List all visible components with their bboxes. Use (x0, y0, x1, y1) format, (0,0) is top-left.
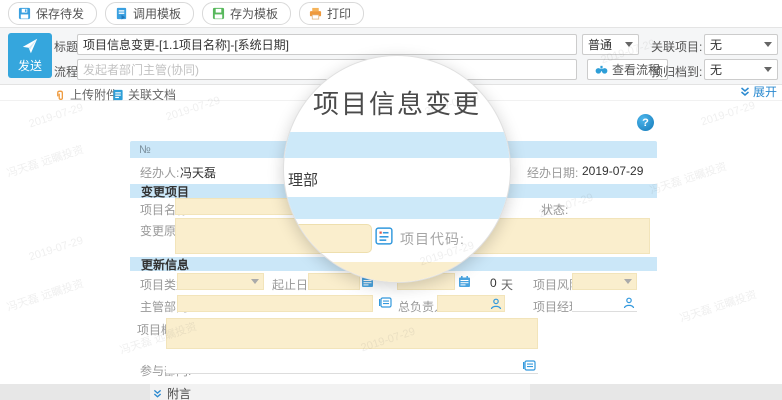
archive-label: 预归档到: (651, 65, 703, 79)
manager-input[interactable] (572, 295, 637, 312)
magnified-beige-band (329, 262, 464, 282)
watermark: 2019-07-29 (27, 101, 85, 131)
document-icon (113, 89, 123, 100)
related-project-value: 无 (710, 38, 723, 52)
double-chevron-down-icon (153, 389, 162, 398)
status-label: 状态: (541, 203, 569, 217)
send-button[interactable]: 发送 (8, 33, 52, 78)
template-doc-icon (116, 7, 127, 20)
save-as-template-label: 存为模板 (230, 7, 279, 21)
project-risk-select[interactable] (572, 273, 637, 290)
project-code-icon (375, 227, 393, 245)
magnified-code-label: 项目代码: (400, 231, 465, 247)
caret-down-icon (251, 279, 259, 288)
print-label: 打印 (327, 7, 352, 21)
help-icon[interactable]: ? (637, 114, 654, 131)
call-template-label: 调用模板 (133, 7, 182, 21)
days-value: 0 (490, 276, 497, 290)
department-picker-icon[interactable] (522, 359, 536, 372)
handler-value: 冯天磊 (180, 166, 217, 180)
related-project-label: 关联项目: (651, 40, 703, 54)
magnified-beige-field (294, 224, 372, 253)
participate-input[interactable] (166, 357, 538, 374)
title-input[interactable] (77, 34, 577, 55)
caret-down-icon (764, 67, 772, 76)
summary-textarea[interactable] (166, 318, 538, 349)
serial-label: № (139, 143, 151, 156)
postscript-bar-inner (150, 384, 530, 400)
handler-label: 经办人: (140, 166, 180, 180)
paperclip-icon (57, 90, 63, 100)
magnified-blue-bar (284, 197, 510, 219)
watermark: 冯天磊 远瞩投资 (5, 143, 86, 181)
call-template-button[interactable]: 调用模板 (105, 2, 195, 25)
paper-plane-icon (22, 38, 38, 54)
handle-date-label: 经办日期: (527, 166, 579, 180)
link-document-label: 关联文档 (128, 88, 177, 102)
dept-input[interactable] (177, 295, 373, 312)
flow-input[interactable] (77, 59, 577, 80)
watermark: 冯天磊 远瞩投资 (5, 277, 86, 315)
upload-attachment-link[interactable]: 上传附件 (55, 86, 118, 103)
link-document-link[interactable]: 关联文档 (112, 86, 176, 103)
printer-icon (309, 7, 322, 20)
help-glyph: ? (642, 116, 649, 129)
caret-down-icon (625, 42, 633, 51)
caret-down-icon (764, 42, 772, 51)
save-disk-icon (18, 7, 31, 20)
save-template-icon (212, 7, 225, 20)
archive-value: 无 (710, 63, 723, 77)
magnified-form-title: 项目信息变更 (312, 89, 481, 119)
days-unit: 天 (501, 278, 514, 292)
watermark: 2019-07-29 (27, 234, 85, 264)
department-picker-icon[interactable] (378, 296, 392, 309)
save-as-template-button[interactable]: 存为模板 (202, 2, 292, 25)
related-project-select[interactable]: 无 (704, 34, 778, 55)
project-change-form-page: 保存待发 调用模板 存为模板 打印 发送 标题: 普通 关联项目: 无 流程: … (0, 0, 782, 400)
leader-input[interactable] (437, 295, 505, 312)
postscript-toggle[interactable]: 附言 (153, 385, 191, 400)
upload-attachment-label: 上传附件 (70, 88, 119, 102)
magnified-blue-bar (284, 132, 510, 158)
priority-select[interactable]: 普通 (582, 34, 639, 55)
section-update-label: 更新信息 (141, 257, 190, 272)
print-button[interactable]: 打印 (299, 2, 365, 25)
magnified-dept-fragment: 理部 (288, 172, 319, 189)
section-change-label: 变更项目 (141, 184, 190, 199)
binoculars-icon (595, 65, 608, 74)
priority-value: 普通 (588, 38, 613, 52)
expand-label: 展开 (752, 85, 777, 99)
handle-date-value: 2019-07-29 (582, 164, 644, 178)
project-type-select[interactable] (177, 273, 264, 290)
save-pending-label: 保存待发 (36, 7, 85, 21)
toolbar: 保存待发 调用模板 存为模板 打印 (0, 0, 782, 28)
save-pending-button[interactable]: 保存待发 (8, 2, 98, 25)
watermark: 冯天磊 远瞩投资 (678, 288, 759, 326)
double-chevron-down-icon (740, 86, 749, 96)
archive-select[interactable]: 无 (704, 59, 778, 80)
watermark: 冯天磊 远瞩投资 (648, 160, 729, 198)
watermark: 2019-07-29 (699, 99, 757, 129)
send-label: 发送 (17, 59, 42, 73)
caret-down-icon (624, 279, 632, 288)
person-picker-icon[interactable] (490, 298, 502, 310)
person-picker-icon[interactable] (623, 297, 635, 309)
magnifier-overlay: 项目信息变更 理部 项目代码: 2019-07-29 2019-07-29 (283, 55, 511, 283)
postscript-label: 附言 (167, 387, 192, 400)
expand-toggle[interactable]: 展开 (740, 83, 777, 100)
